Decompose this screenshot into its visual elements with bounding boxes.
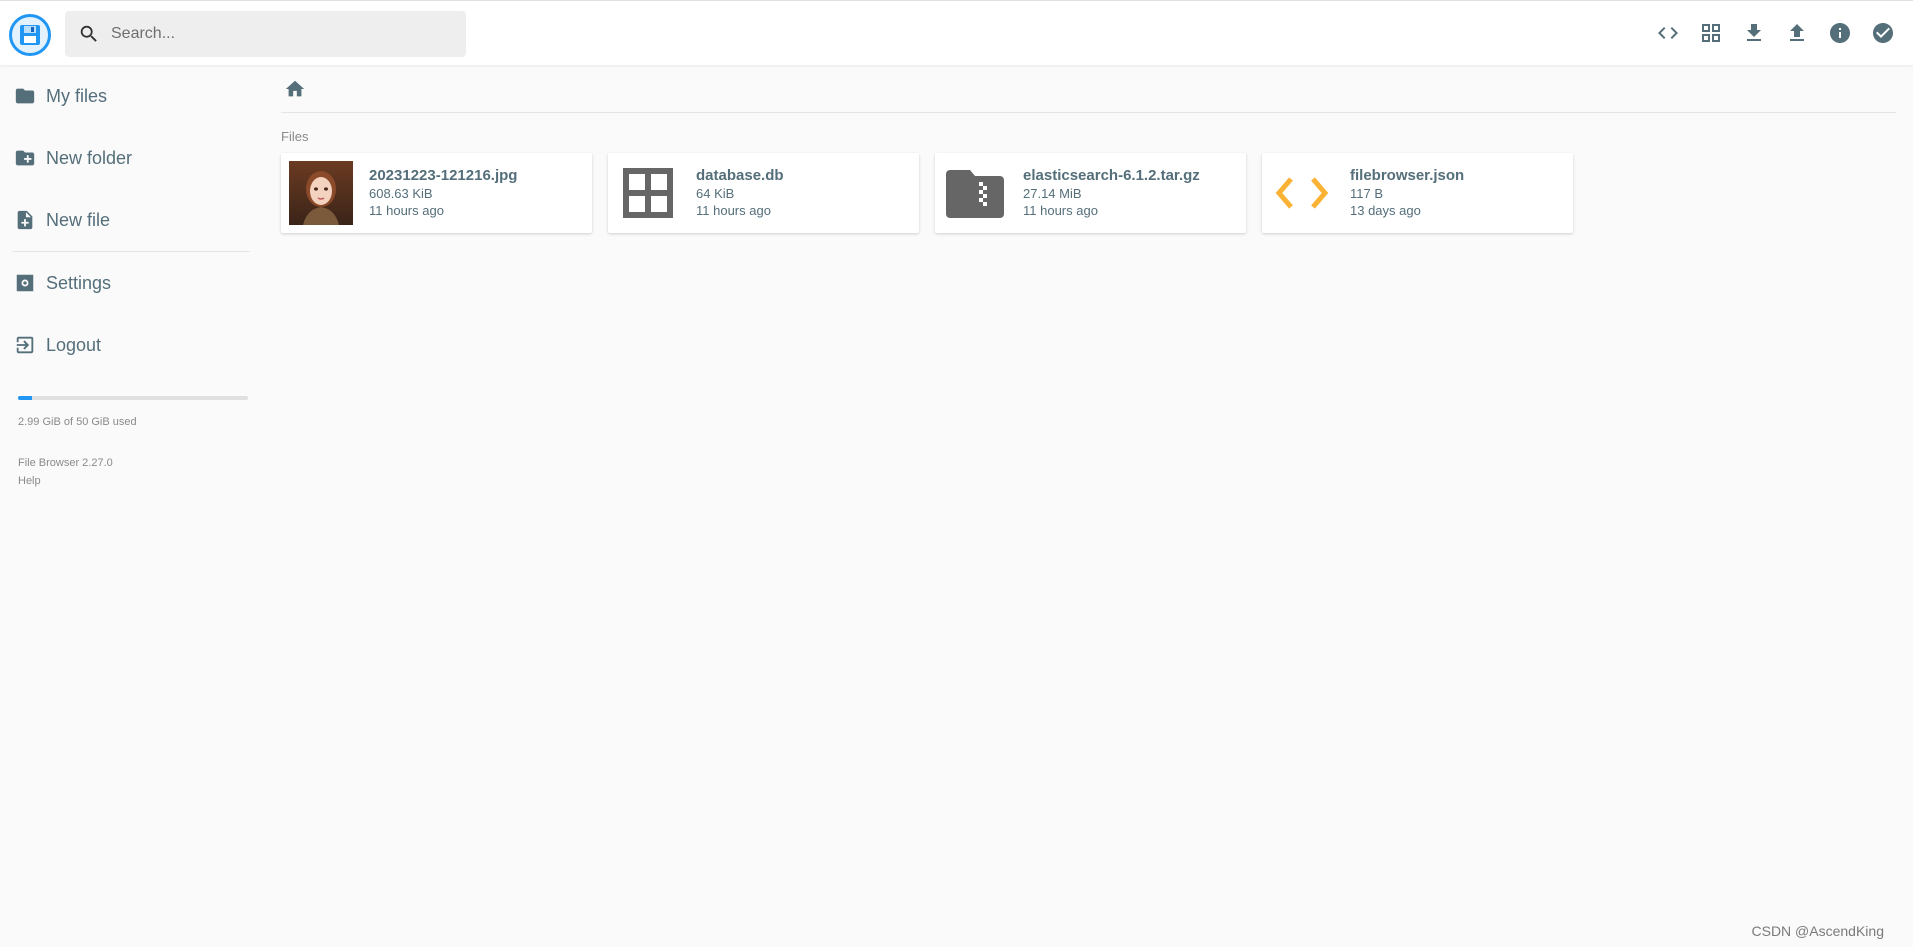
sidebar-item-label: Settings xyxy=(46,272,112,293)
sidebar-item-label: My files xyxy=(46,85,108,106)
credits: File Browser 2.27.0 Help xyxy=(18,454,250,490)
code-icon xyxy=(1270,161,1334,225)
sidebar-item-my-files[interactable]: My files xyxy=(0,65,250,127)
note-add-icon xyxy=(13,208,37,232)
storage-quota: 2.99 GiB of 50 GiB used xyxy=(18,396,250,428)
header-actions xyxy=(1648,13,1903,53)
grid-view-icon[interactable] xyxy=(1691,13,1731,53)
version-link[interactable]: File Browser 2.27.0 xyxy=(18,454,250,472)
file-item[interactable]: database.db 64 KiB 11 hours ago xyxy=(608,153,919,233)
file-item[interactable]: elasticsearch-6.1.2.tar.gz 27.14 MiB 11 … xyxy=(935,153,1246,233)
section-title-files: Files xyxy=(281,129,309,144)
toggle-view-code-icon[interactable] xyxy=(1648,13,1688,53)
file-size: 117 B xyxy=(1350,186,1384,201)
sidebar: My files New folder New file Settings Lo… xyxy=(0,65,250,490)
search-icon xyxy=(77,22,101,46)
sidebar-item-new-folder[interactable]: New folder xyxy=(0,127,250,189)
grid-database-icon xyxy=(616,161,680,225)
file-size: 27.14 MiB xyxy=(1023,186,1082,201)
file-listing: Files 20231223-121216.jpg 608.63 KiB 11 … xyxy=(281,65,1896,233)
sidebar-item-logout[interactable]: Logout xyxy=(0,314,250,376)
folder-icon xyxy=(13,84,37,108)
quota-text: 2.99 GiB of 50 GiB used xyxy=(18,416,137,428)
file-size: 64 KiB xyxy=(696,186,735,201)
file-size: 608.63 KiB xyxy=(369,186,433,201)
search-input[interactable] xyxy=(109,24,449,44)
file-item[interactable]: 20231223-121216.jpg 608.63 KiB 11 hours … xyxy=(281,153,592,233)
quota-progress-fill xyxy=(18,396,32,400)
watermark-text: CSDN @AscendKing xyxy=(1751,923,1885,939)
file-name: database.db xyxy=(696,167,784,184)
file-name: filebrowser.json xyxy=(1350,167,1465,184)
download-icon[interactable] xyxy=(1734,13,1774,53)
file-item[interactable]: filebrowser.json 117 B 13 days ago xyxy=(1262,153,1573,233)
sidebar-item-new-file[interactable]: New file xyxy=(0,189,250,251)
file-modified: 11 hours ago xyxy=(369,203,444,218)
sidebar-item-label: Logout xyxy=(46,334,102,355)
image-thumbnail xyxy=(289,161,353,225)
settings-icon xyxy=(13,271,37,295)
sidebar-item-label: New file xyxy=(46,209,111,230)
select-check-icon[interactable] xyxy=(1863,13,1903,53)
home-icon[interactable] xyxy=(283,77,307,101)
app-header xyxy=(0,0,1913,65)
file-modified: 13 days ago xyxy=(1350,203,1421,218)
quota-progress-bar xyxy=(18,396,248,400)
file-name: elasticsearch-6.1.2.tar.gz xyxy=(1023,167,1200,184)
help-link[interactable]: Help xyxy=(18,472,250,490)
sidebar-item-settings[interactable]: Settings xyxy=(0,252,250,314)
search-bar[interactable] xyxy=(65,11,466,57)
info-icon[interactable] xyxy=(1820,13,1860,53)
upload-icon[interactable] xyxy=(1777,13,1817,53)
exit-icon xyxy=(13,333,37,357)
file-modified: 11 hours ago xyxy=(1023,203,1098,218)
file-modified: 11 hours ago xyxy=(696,203,771,218)
sidebar-item-label: New folder xyxy=(46,147,133,168)
file-browser-logo[interactable] xyxy=(9,14,51,56)
breadcrumb xyxy=(281,65,1896,113)
create-new-folder-icon xyxy=(13,146,37,170)
file-name: 20231223-121216.jpg xyxy=(369,167,518,184)
archive-folder-icon xyxy=(943,161,1007,225)
file-grid: 20231223-121216.jpg 608.63 KiB 11 hours … xyxy=(281,153,1896,233)
